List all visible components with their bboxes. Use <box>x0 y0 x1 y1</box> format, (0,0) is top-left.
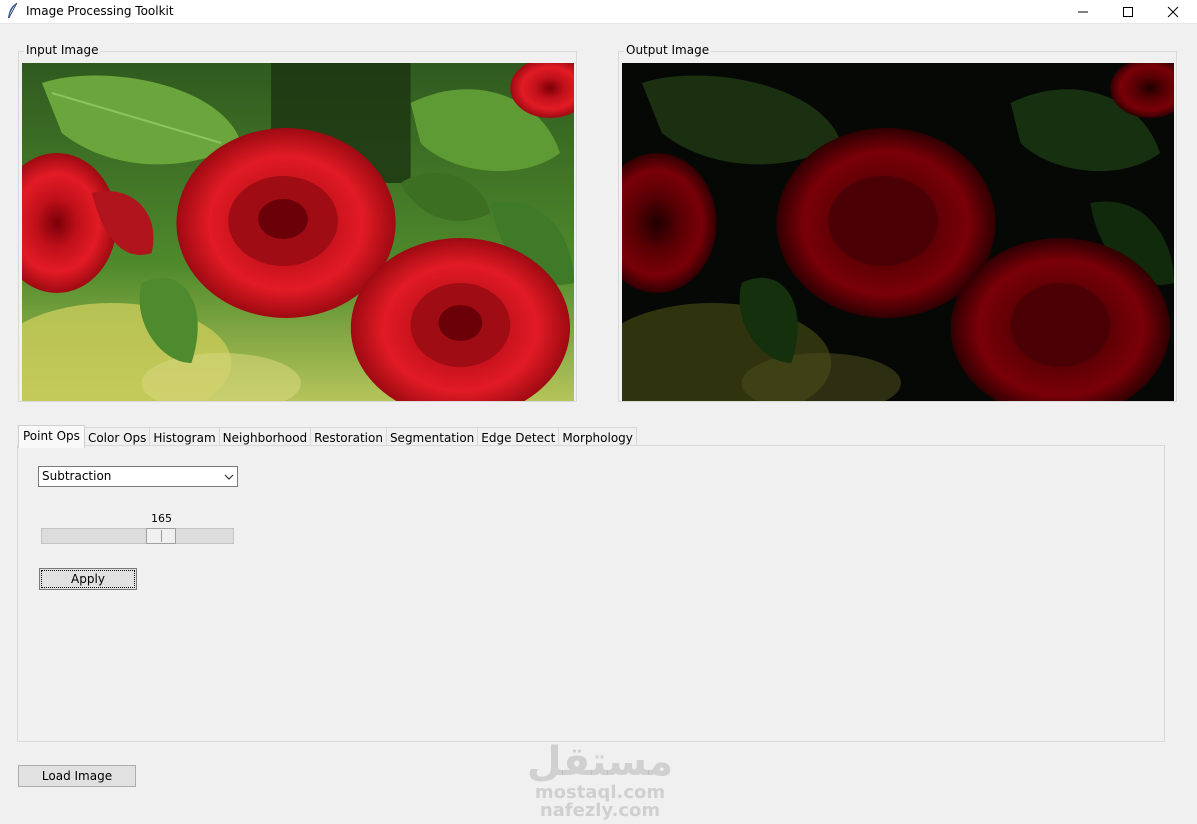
watermark: مستقل mostaql.com nafezly.com <box>520 740 680 820</box>
maximize-button[interactable] <box>1105 0 1150 23</box>
tab-bar: Point Ops Color Ops Histogram Neighborho… <box>18 425 637 448</box>
minimize-button[interactable] <box>1060 0 1105 23</box>
output-image <box>622 63 1174 401</box>
tab-morphology[interactable]: Morphology <box>558 427 637 447</box>
window-title: Image Processing Toolkit <box>26 4 174 18</box>
operation-select-value: Subtraction <box>42 469 112 483</box>
maximize-icon <box>1122 6 1133 17</box>
input-image-label: Input Image <box>24 43 101 57</box>
close-icon <box>1167 6 1178 17</box>
output-image-frame: Output Image <box>618 43 1177 402</box>
watermark-arabic: مستقل <box>526 739 674 785</box>
value-slider[interactable] <box>41 528 234 544</box>
title-bar[interactable]: Image Processing Toolkit <box>0 0 1197 24</box>
app-window: Image Processing Toolkit Input Image Out… <box>0 0 1197 824</box>
input-image-frame: Input Image <box>18 43 577 402</box>
chevron-down-icon[interactable] <box>224 473 234 481</box>
point-ops-panel <box>17 445 1165 742</box>
input-image <box>22 63 574 401</box>
apply-button[interactable]: Apply <box>39 568 137 590</box>
feather-icon <box>8 2 18 19</box>
tab-segmentation[interactable]: Segmentation <box>385 427 479 447</box>
output-image-label: Output Image <box>624 43 712 57</box>
tab-color-ops[interactable]: Color Ops <box>83 427 151 447</box>
scale-value: 165 <box>150 512 172 525</box>
tab-histogram[interactable]: Histogram <box>149 427 220 447</box>
minimize-icon <box>1077 11 1088 12</box>
tab-edge-detect[interactable]: Edge Detect <box>477 427 560 447</box>
watermark-nafezly: nafezly.com <box>539 800 661 821</box>
load-image-button[interactable]: Load Image <box>18 765 136 787</box>
close-button[interactable] <box>1150 0 1195 23</box>
tab-point-ops[interactable]: Point Ops <box>18 425 85 448</box>
tab-restoration[interactable]: Restoration <box>310 427 387 447</box>
slider-thumb[interactable] <box>146 528 177 544</box>
tab-neighborhood[interactable]: Neighborhood <box>218 427 312 447</box>
operation-select[interactable]: Subtraction <box>38 466 238 487</box>
